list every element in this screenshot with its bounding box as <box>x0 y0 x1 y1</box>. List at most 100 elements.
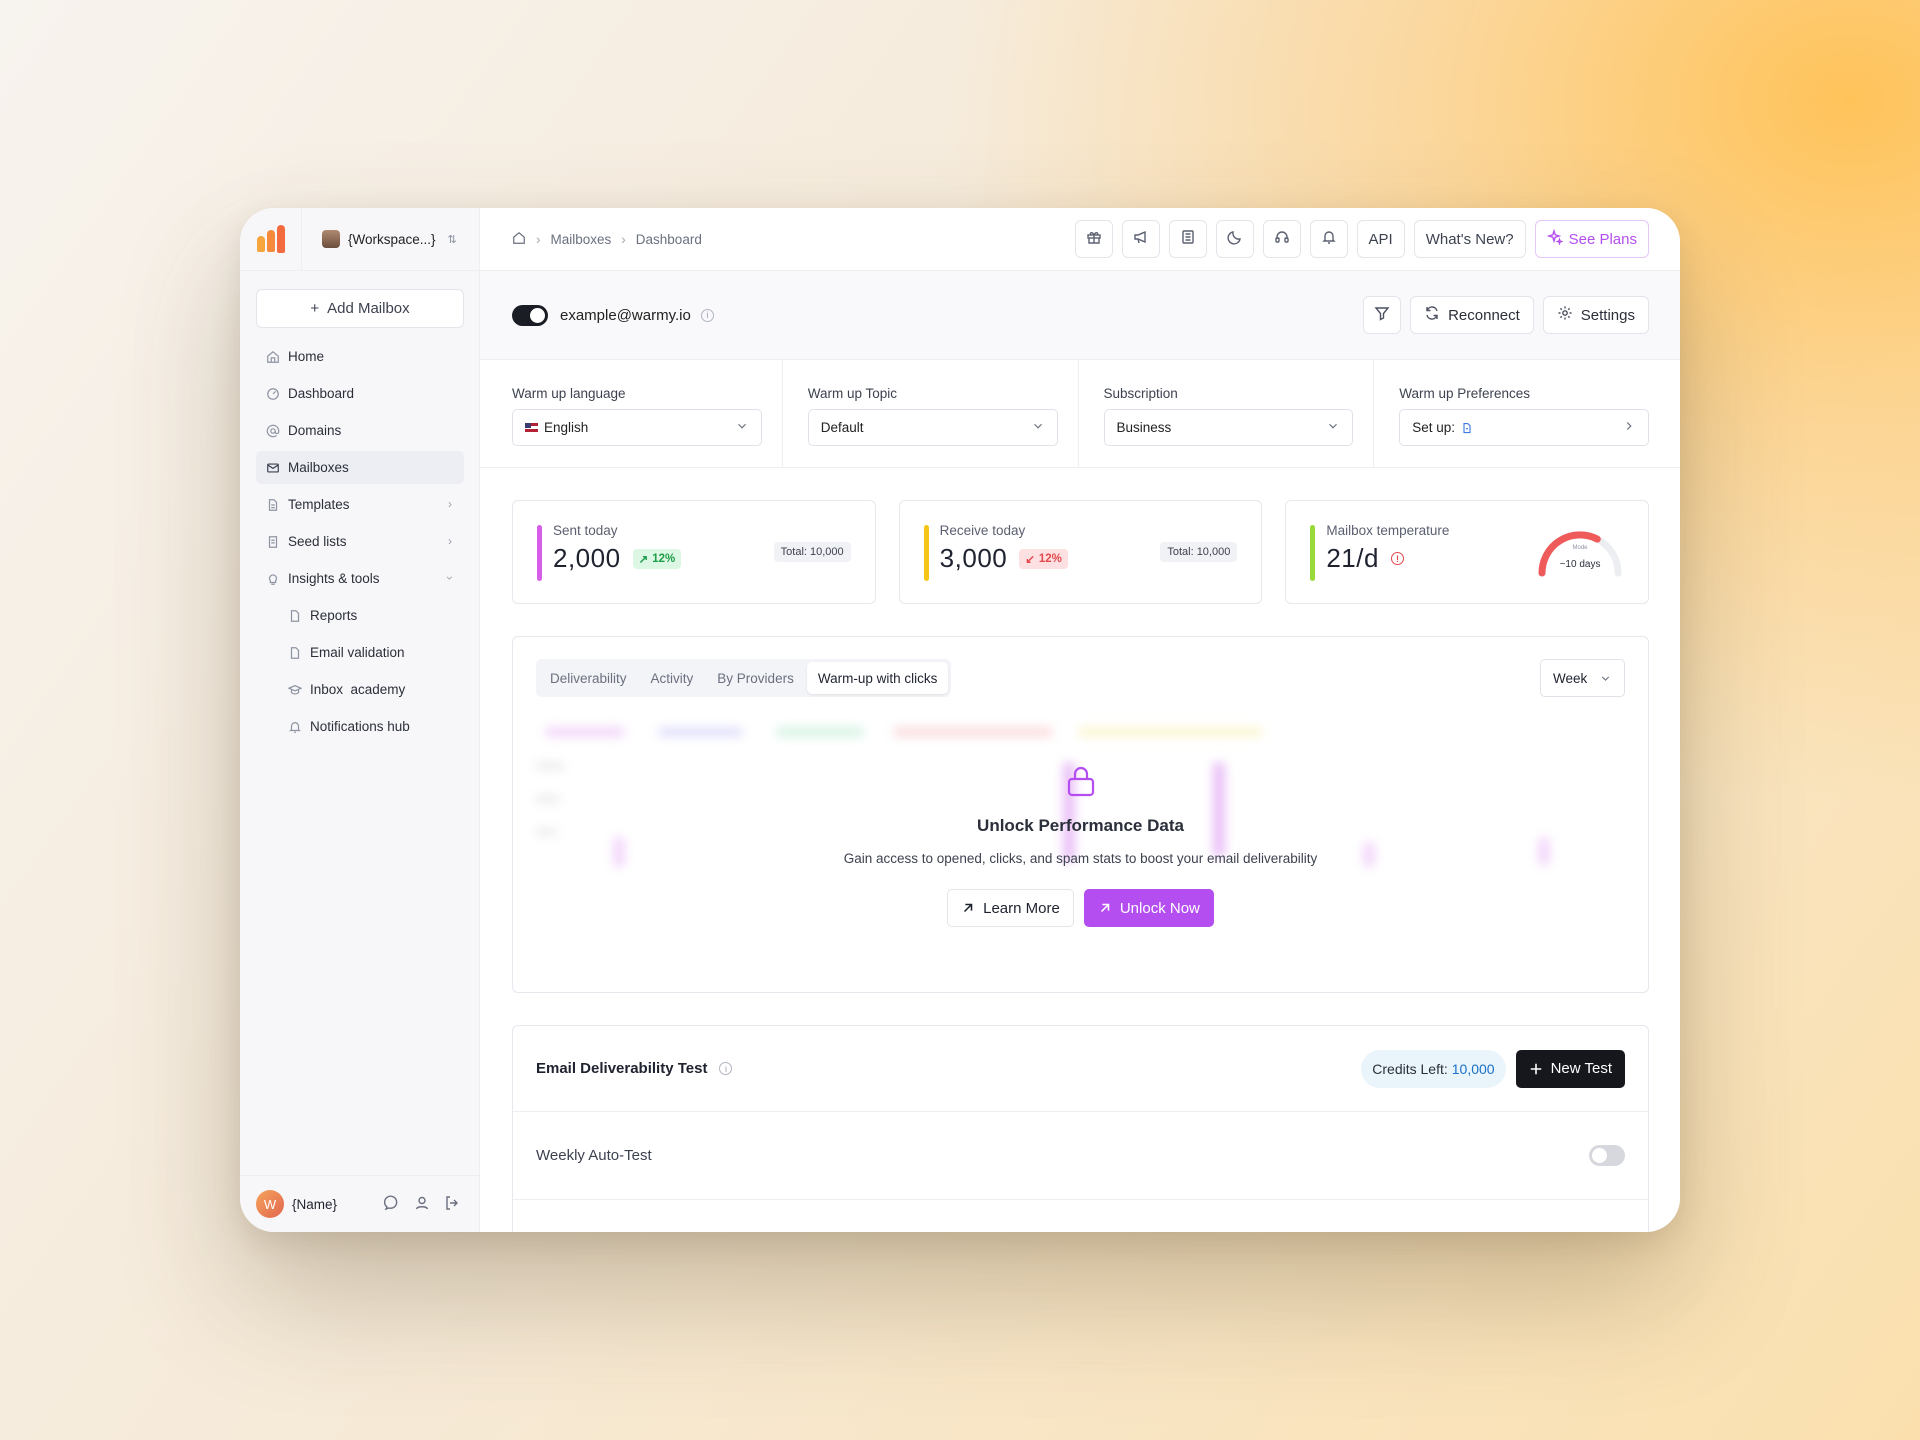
gear-icon <box>1557 305 1573 325</box>
logout-icon[interactable] <box>444 1195 460 1214</box>
see-plans-button[interactable]: See Plans <box>1534 220 1649 258</box>
tab-warmup-with-clicks[interactable]: Warm-up with clicks <box>806 662 949 694</box>
moon-icon <box>1226 229 1243 249</box>
see-plans-label: See Plans <box>1568 230 1637 248</box>
home-icon[interactable] <box>512 231 526 248</box>
unlock-now-button[interactable]: Unlock Now <box>1083 889 1214 927</box>
book-icon <box>1180 229 1196 249</box>
credits-label: Credits Left: <box>1372 1060 1448 1077</box>
notifications-button[interactable] <box>1309 220 1348 258</box>
workspace-avatar <box>322 230 340 248</box>
bell-icon <box>1321 229 1337 249</box>
new-test-button[interactable]: New Test <box>1515 1049 1625 1088</box>
home-icon <box>266 350 280 364</box>
sidebar-item-insights[interactable]: Insights & tools › <box>256 562 464 595</box>
sparkle-icon <box>1546 228 1564 249</box>
sidebar-item-label: Notifications hub <box>310 719 410 734</box>
chevron-right-icon: › <box>621 231 626 247</box>
add-mailbox-button[interactable]: + Add Mailbox <box>256 289 464 328</box>
api-button[interactable]: API <box>1356 220 1405 258</box>
deliverability-test-title: Email Deliverability Test <box>536 1060 708 1077</box>
temperature-accent-bar <box>1310 525 1316 581</box>
whats-new-button[interactable]: What's New? <box>1413 220 1526 258</box>
period-value: Week <box>1553 670 1588 686</box>
language-setting: Warm up language English <box>480 360 783 467</box>
info-icon[interactable]: i <box>719 1062 733 1075</box>
weekly-auto-test-row: Weekly Auto-Test <box>513 1112 1648 1200</box>
main-content: › Mailboxes › Dashboard API What's New? … <box>480 208 1680 1232</box>
refresh-icon <box>1424 305 1440 325</box>
unlock-overlay: Unlock Performance Data Gain access to o… <box>513 765 1648 927</box>
tab-deliverability[interactable]: Deliverability <box>539 662 638 694</box>
receive-change-badge: ↙ 12% <box>1019 548 1068 569</box>
alert-icon[interactable]: ! <box>1390 552 1404 565</box>
docs-button[interactable] <box>1168 220 1207 258</box>
weekly-auto-test-toggle[interactable] <box>1589 1145 1625 1166</box>
sidebar-item-home[interactable]: Home <box>256 340 464 373</box>
chevron-right-icon: › <box>448 534 452 548</box>
gift-icon <box>1086 229 1102 249</box>
sidebar-item-notifications-hub[interactable]: Notifications hub <box>256 710 464 743</box>
receive-value: 3,000 <box>939 543 1008 573</box>
sidebar-item-label: Inbox academy <box>310 682 406 697</box>
workspace-switcher[interactable]: {Workspace...} ⇅ <box>302 208 480 271</box>
topic-select[interactable]: Default <box>807 409 1058 446</box>
announcements-button[interactable] <box>1121 220 1160 258</box>
learn-more-button[interactable]: Learn More <box>947 889 1074 927</box>
app-window: {Workspace...} ⇅ + Add Mailbox Home Dash… <box>240 208 1680 1232</box>
lock-icon <box>1066 765 1096 797</box>
sidebar-item-dashboard[interactable]: Dashboard <box>256 377 464 410</box>
filter-button[interactable] <box>1363 296 1402 334</box>
preferences-value: Set up: <box>1412 420 1456 435</box>
breadcrumb-mailboxes[interactable]: Mailboxes <box>551 232 612 247</box>
sent-change: 12% <box>652 552 676 565</box>
chevron-right-icon <box>1622 419 1636 436</box>
receive-today-card: Receive today 3,000 ↙ 12% Total: 10,000 <box>898 500 1263 604</box>
chat-icon[interactable] <box>383 1195 400 1214</box>
warmy-logo[interactable] <box>240 208 302 271</box>
sent-total: Total: 10,000 <box>773 542 851 562</box>
deliverability-test-header: Email Deliverability Test i Credits Left… <box>513 1026 1648 1112</box>
sidebar-item-seed-lists[interactable]: Seed lists › <box>256 525 464 558</box>
breadcrumb-dashboard[interactable]: Dashboard <box>636 232 702 247</box>
sidebar-item-domains[interactable]: Domains <box>256 414 464 447</box>
reconnect-label: Reconnect <box>1448 306 1520 324</box>
sidebar-item-label: Home <box>288 349 325 364</box>
topbar-actions: API What's New? See Plans <box>1074 220 1649 258</box>
file-icon <box>266 498 280 512</box>
mailbox-bar: example@warmy.io i Reconnect Settings <box>480 271 1680 360</box>
doc-icon <box>288 646 302 660</box>
sent-value: 2,000 <box>553 543 621 573</box>
avatar[interactable]: W <box>256 1190 284 1218</box>
info-icon[interactable]: i <box>700 308 714 322</box>
megaphone-icon <box>1133 229 1149 249</box>
user-icon[interactable] <box>414 1195 430 1214</box>
theme-toggle-button[interactable] <box>1215 220 1254 258</box>
filter-icon <box>1374 305 1390 325</box>
preferences-select[interactable]: Set up: <box>1399 409 1649 446</box>
sidebar-item-templates[interactable]: Templates › <box>256 488 464 521</box>
support-button[interactable] <box>1262 220 1301 258</box>
subscription-select[interactable]: Business <box>1103 409 1354 446</box>
chevron-right-icon: › <box>536 231 541 247</box>
period-select[interactable]: Week <box>1540 659 1625 697</box>
sidebar-item-inbox-academy[interactable]: Inbox academy <box>256 673 464 706</box>
add-mailbox-label: Add Mailbox <box>327 300 410 317</box>
arrow-up-right-icon: ↗ <box>638 553 649 566</box>
reconnect-button[interactable]: Reconnect <box>1410 296 1534 334</box>
arrow-up-right-icon <box>964 903 973 913</box>
sidebar-item-email-validation[interactable]: Email validation <box>256 636 464 669</box>
list-icon <box>266 535 280 549</box>
mailbox-enabled-toggle[interactable] <box>512 304 548 326</box>
settings-button[interactable]: Settings <box>1542 296 1649 334</box>
us-flag-icon <box>525 423 538 432</box>
stats-row: Sent today 2,000 ↗ 12% Total: 10,000 Rece… <box>480 468 1680 604</box>
unlock-now-label: Unlock Now <box>1119 899 1200 917</box>
sidebar-item-mailboxes[interactable]: Mailboxes <box>256 451 464 484</box>
sidebar-item-reports[interactable]: Reports <box>256 599 464 632</box>
performance-panel: Deliverability Activity By Providers War… <box>512 636 1649 993</box>
tab-by-providers[interactable]: By Providers <box>706 662 805 694</box>
tab-activity[interactable]: Activity <box>640 662 705 694</box>
gift-button[interactable] <box>1074 220 1113 258</box>
language-select[interactable]: English <box>512 409 762 446</box>
